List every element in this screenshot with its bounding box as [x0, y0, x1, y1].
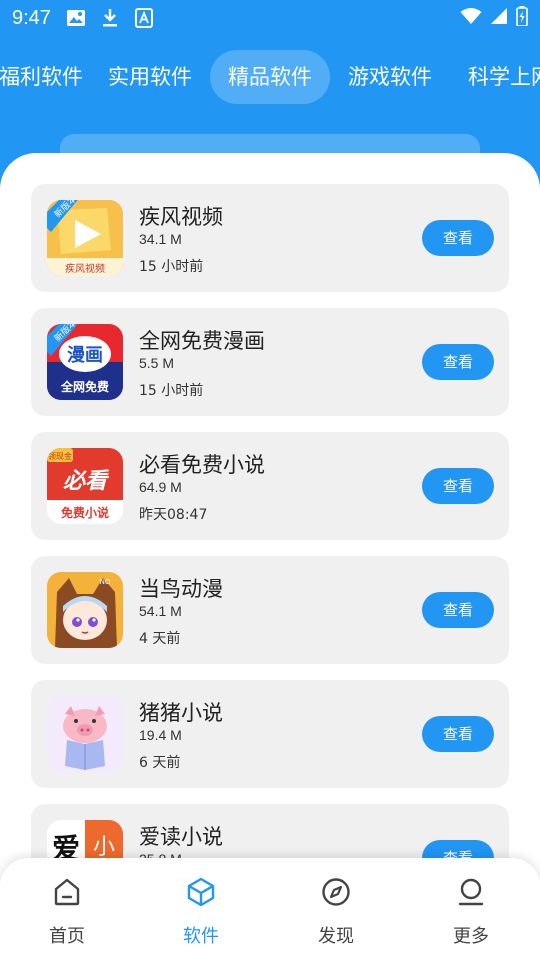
bottom-navigation: 首页 软件 发现 更多 — [0, 858, 540, 960]
app-card[interactable]: 漫画 全网免费 新版本 全网免费漫画 5.5 M 15 小时前 查看 — [31, 308, 509, 416]
app-size: 5.5 M — [139, 355, 175, 371]
tab-welfare-software[interactable]: 福利软件 — [0, 50, 96, 104]
app-size: 34.1 M — [139, 231, 182, 247]
app-icon-bikan: 必看 免费小说 领现金 — [47, 448, 123, 524]
status-time: 9:47 — [12, 6, 51, 29]
app-notification-icon — [133, 8, 155, 28]
nav-label: 更多 — [453, 926, 489, 947]
app-card[interactable]: 必看 免费小说 领现金 必看免费小说 64.9 M 昨天08:47 查看 — [31, 432, 509, 540]
app-name: 疾风视频 — [139, 205, 223, 229]
app-icon-zhuzhu — [47, 696, 123, 772]
wifi-icon — [460, 7, 482, 30]
signal-icon — [490, 7, 508, 30]
app-icon-sublabel: 小 — [93, 835, 115, 860]
view-button[interactable]: 查看 — [422, 344, 494, 380]
tab-premium-software[interactable]: 精品软件 — [210, 50, 330, 104]
app-name: 全网免费漫画 — [139, 329, 265, 353]
image-notification-icon — [65, 8, 87, 28]
tab-utility-software[interactable]: 实用软件 — [98, 50, 202, 104]
app-card[interactable]: NO 当鸟动漫 54.1 M 4 天前 查看 — [31, 556, 509, 664]
app-icon-label: 疾风视频 — [65, 262, 105, 275]
app-icon-sublabel: 全网免费 — [60, 379, 109, 394]
category-tabs: 福利软件 实用软件 精品软件 游戏软件 科学上网 — [0, 50, 540, 106]
nav-label: 首页 — [49, 926, 85, 947]
app-icon-label: 必看 — [63, 469, 110, 494]
app-icon-manhua: 漫画 全网免费 新版本 — [47, 324, 123, 400]
download-notification-icon — [99, 8, 121, 28]
battery-icon — [516, 5, 528, 31]
view-button[interactable]: 查看 — [422, 716, 494, 752]
nav-software[interactable]: 软件 — [151, 876, 251, 956]
app-icon-sublabel: 免费小说 — [61, 505, 109, 520]
tab-vpn-software[interactable]: 科学上网 — [458, 50, 540, 104]
app-card[interactable]: 疾风视频 新版本 疾风视频 34.1 M 15 小时前 查看 — [31, 184, 509, 292]
app-size: 54.1 M — [139, 603, 182, 619]
app-name: 必看免费小说 — [139, 453, 265, 477]
app-icon-label: 漫画 — [67, 345, 103, 366]
app-name: 爱读小说 — [139, 825, 223, 849]
nav-home[interactable]: 首页 — [17, 876, 117, 956]
app-list: 疾风视频 新版本 疾风视频 34.1 M 15 小时前 查看 漫画 全网免费 新… — [0, 153, 540, 960]
app-updated-time: 15 小时前 — [139, 259, 204, 275]
app-icon-label: NO — [100, 578, 111, 586]
app-updated-time: 昨天08:47 — [139, 507, 208, 523]
app-updated-time: 4 天前 — [139, 631, 181, 647]
app-name: 当鸟动漫 — [139, 577, 223, 601]
view-button[interactable]: 查看 — [422, 220, 494, 256]
cube-icon — [187, 877, 215, 907]
app-updated-time: 6 天前 — [139, 755, 181, 771]
status-bar: 9:47 — [0, 0, 540, 36]
nav-label: 软件 — [183, 926, 219, 947]
app-icon-jifeng: 疾风视频 新版本 — [47, 200, 123, 276]
view-button[interactable]: 查看 — [422, 468, 494, 504]
app-card[interactable]: 猪猪小说 19.4 M 6 天前 查看 — [31, 680, 509, 788]
view-button[interactable]: 查看 — [422, 592, 494, 628]
app-size: 64.9 M — [139, 479, 182, 495]
nav-label: 发现 — [318, 926, 354, 947]
app-updated-time: 15 小时前 — [139, 383, 204, 399]
app-icon-dangniao: NO — [47, 572, 123, 648]
app-size: 19.4 M — [139, 727, 182, 743]
tab-game-software[interactable]: 游戏软件 — [338, 50, 442, 104]
home-icon — [54, 878, 80, 906]
cash-badge: 领现金 — [48, 451, 72, 461]
app-name: 猪猪小说 — [139, 701, 223, 725]
compass-icon — [322, 878, 350, 906]
nav-more[interactable]: 更多 — [421, 876, 521, 956]
nav-discover[interactable]: 发现 — [286, 876, 386, 956]
person-icon — [458, 878, 484, 906]
